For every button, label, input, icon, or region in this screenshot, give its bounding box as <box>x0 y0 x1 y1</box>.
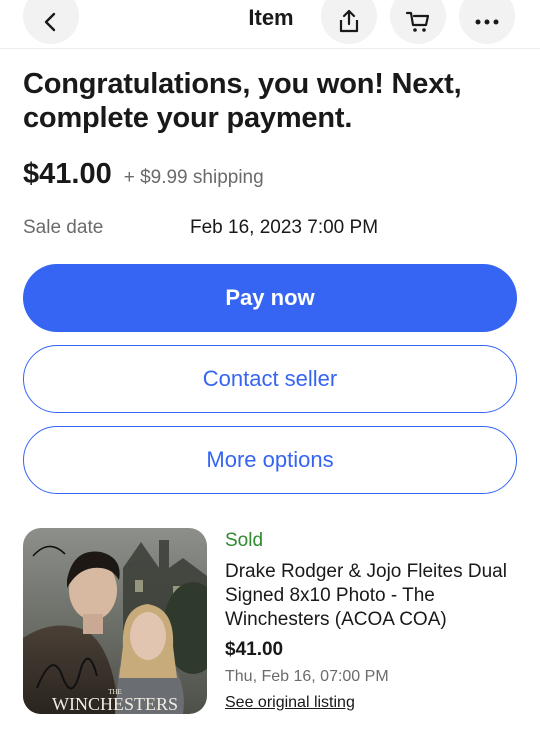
contact-seller-button[interactable]: Contact seller <box>23 345 517 413</box>
price-summary: $41.00 + $9.99 shipping <box>23 158 264 191</box>
more-menu-button[interactable] <box>459 0 515 44</box>
item-details: Sold Drake Rodger & Jojo Fleites Dual Si… <box>225 528 525 714</box>
sale-date-label: Sale date <box>23 217 104 238</box>
share-icon <box>339 9 359 33</box>
page-title: Item <box>248 5 294 30</box>
item-card[interactable]: THE WINCHESTERS Sold Drake Rodger & Jojo… <box>23 528 523 718</box>
back-button[interactable] <box>23 0 79 44</box>
pay-now-button[interactable]: Pay now <box>23 264 517 332</box>
total-price: $41.00 <box>23 158 112 190</box>
item-price: $41.00 <box>225 639 284 660</box>
congratulations-headline: Congratulations, you won! Next, complete… <box>23 68 462 134</box>
see-original-listing-link[interactable]: See original listing <box>225 692 355 714</box>
item-status: Sold <box>225 530 264 551</box>
sale-date-value: Feb 16, 2023 7:00 PM <box>190 217 379 238</box>
top-navigation-bar: Item <box>0 0 540 49</box>
cart-button[interactable] <box>390 0 446 44</box>
back-icon <box>44 12 56 32</box>
item-photo-image: THE WINCHESTERS <box>23 528 207 714</box>
item-thumbnail[interactable]: THE WINCHESTERS <box>23 528 207 714</box>
shipping-cost: + $9.99 shipping <box>123 167 264 188</box>
image-caption: WINCHESTERS <box>52 694 178 714</box>
share-button[interactable] <box>321 0 377 44</box>
item-title[interactable]: Drake Rodger & Jojo Fleites Dual Signed … <box>225 560 525 632</box>
cart-icon <box>405 11 430 32</box>
more-options-button[interactable]: More options <box>23 426 517 494</box>
item-sale-date: Thu, Feb 16, 07:00 PM <box>225 668 389 685</box>
more-icon <box>475 19 499 25</box>
